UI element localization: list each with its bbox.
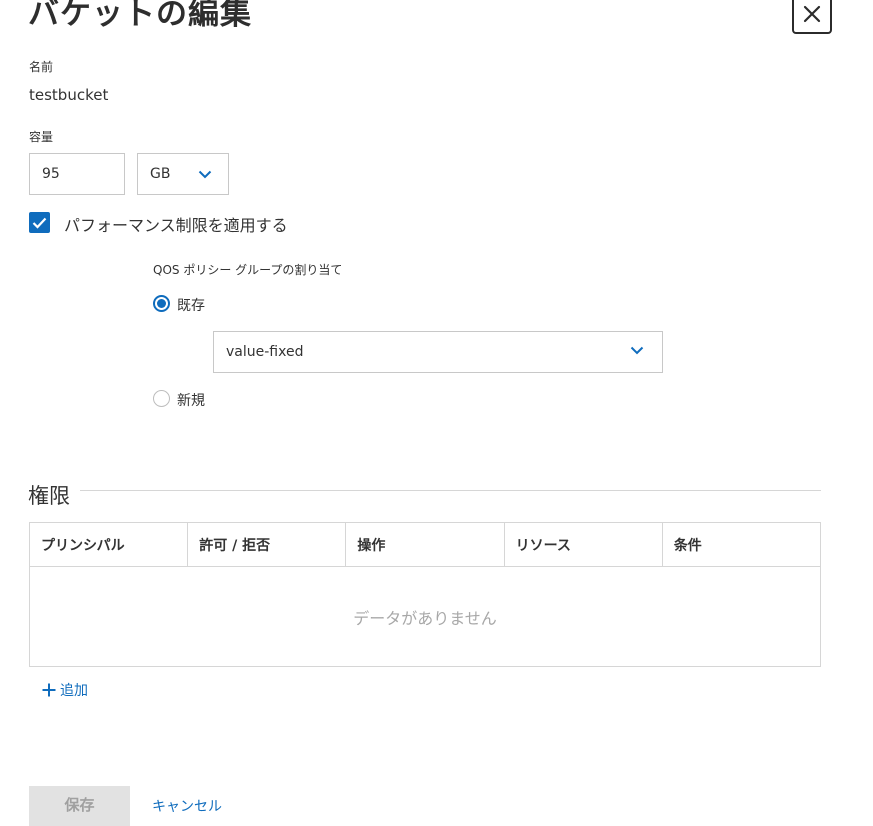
close-button[interactable] bbox=[792, 0, 832, 34]
cancel-link[interactable]: キャンセル bbox=[152, 796, 222, 816]
name-label: 名前 bbox=[29, 60, 54, 74]
name-value: testbucket bbox=[29, 86, 109, 104]
table-header: プリンシパル 許可 / 拒否 操作 リソース 条件 bbox=[30, 523, 820, 567]
column-header[interactable]: リソース bbox=[505, 523, 663, 566]
performance-limit-label: パフォーマンス制限を適用する bbox=[64, 216, 288, 235]
empty-state-text: データがありません bbox=[353, 609, 497, 628]
capacity-unit-select[interactable]: GB bbox=[137, 153, 229, 195]
section-divider bbox=[80, 490, 821, 491]
checkmark-icon bbox=[32, 217, 47, 229]
chevron-down-icon bbox=[198, 170, 212, 179]
capacity-value: 95 bbox=[42, 166, 60, 182]
column-header[interactable]: 許可 / 拒否 bbox=[188, 523, 347, 566]
radio-new[interactable] bbox=[153, 390, 170, 407]
capacity-unit-value: GB bbox=[150, 166, 171, 182]
radio-new-label: 新規 bbox=[177, 393, 205, 409]
radio-existing-label: 既存 bbox=[177, 298, 205, 314]
column-header[interactable]: 条件 bbox=[663, 523, 820, 566]
add-label: 追加 bbox=[60, 683, 88, 699]
radio-existing[interactable] bbox=[153, 295, 170, 312]
close-icon bbox=[803, 5, 821, 23]
qos-label: QOS ポリシー グループの割り当て bbox=[153, 263, 343, 277]
dialog-title: バケットの編集 bbox=[28, 0, 252, 32]
qos-policy-select[interactable]: value-fixed bbox=[213, 331, 663, 373]
performance-limit-checkbox[interactable] bbox=[29, 212, 50, 233]
capacity-label: 容量 bbox=[29, 130, 54, 144]
column-header[interactable]: プリンシパル bbox=[30, 523, 189, 566]
permissions-title: 権限 bbox=[28, 484, 70, 508]
capacity-input[interactable]: 95 bbox=[29, 153, 125, 195]
add-permission-button[interactable]: 追加 bbox=[42, 680, 88, 700]
qos-policy-value: value-fixed bbox=[226, 344, 304, 360]
column-header[interactable]: 操作 bbox=[346, 523, 505, 566]
permissions-table: プリンシパル 許可 / 拒否 操作 リソース 条件 データがありません bbox=[29, 522, 821, 667]
plus-icon bbox=[42, 683, 56, 697]
save-button[interactable]: 保存 bbox=[29, 786, 130, 826]
chevron-down-icon bbox=[630, 346, 644, 355]
